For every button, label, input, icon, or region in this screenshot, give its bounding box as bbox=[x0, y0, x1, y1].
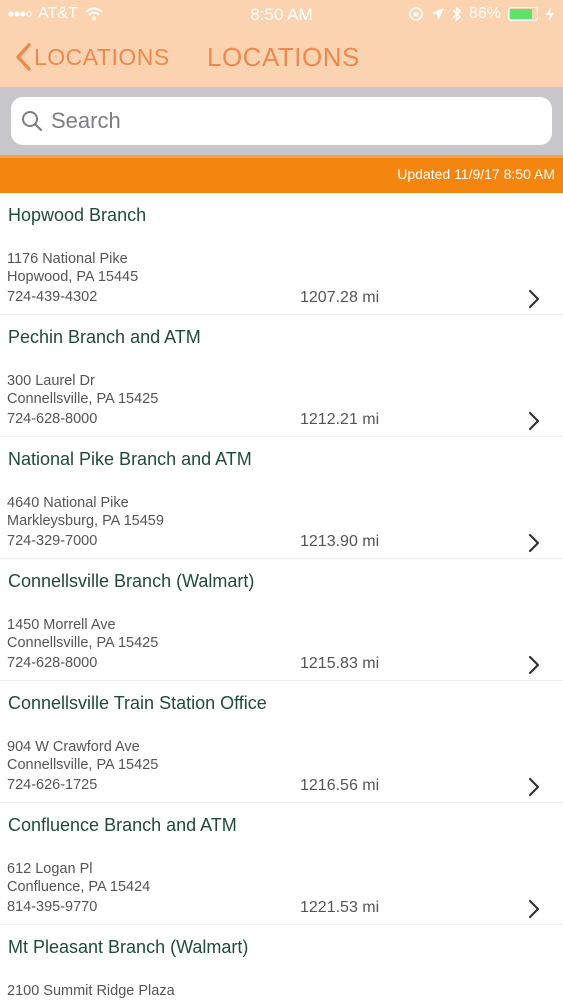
search-icon bbox=[22, 111, 43, 132]
updated-timestamp: Updated 11/9/17 8:50 AM bbox=[397, 166, 555, 182]
locations-list: Hopwood Branch 1176 National Pike Hopwoo… bbox=[0, 193, 563, 1000]
back-button-label: LOCATIONS bbox=[34, 43, 170, 70]
location-city: Confluence, PA 15424 bbox=[7, 879, 151, 895]
chevron-right-icon bbox=[528, 777, 540, 797]
back-button[interactable]: LOCATIONS bbox=[14, 42, 170, 72]
location-row[interactable]: Confluence Branch and ATM 612 Logan Pl C… bbox=[0, 803, 563, 925]
chevron-right-icon bbox=[528, 533, 540, 553]
location-city: Hopwood, PA 15445 bbox=[7, 269, 139, 285]
lock-rotation-icon bbox=[409, 7, 423, 21]
search-input[interactable] bbox=[51, 108, 521, 134]
location-name: Connellsville Train Station Office bbox=[8, 693, 267, 713]
bluetooth-icon bbox=[452, 6, 462, 22]
location-distance: 1216.56 mi bbox=[300, 777, 380, 794]
location-street: 300 Laurel Dr bbox=[7, 373, 95, 389]
location-distance: 1213.90 mi bbox=[300, 533, 380, 550]
location-phone: 814-395-9770 bbox=[7, 899, 98, 915]
location-street: 1176 National Pike bbox=[7, 251, 128, 267]
location-street: 904 W Crawford Ave bbox=[7, 739, 140, 755]
search-bar bbox=[0, 87, 563, 155]
page-title: LOCATIONS bbox=[207, 42, 360, 72]
location-street: 612 Logan Pl bbox=[7, 861, 93, 877]
location-street: 2100 Summit Ridge Plaza bbox=[7, 983, 175, 999]
chevron-right-icon bbox=[528, 899, 540, 919]
location-phone: 724-628-8000 bbox=[7, 655, 98, 671]
chevron-right-icon bbox=[528, 289, 540, 309]
location-city: Connellsville, PA 15425 bbox=[7, 757, 159, 773]
location-name: Hopwood Branch bbox=[8, 205, 147, 225]
location-name: National Pike Branch and ATM bbox=[8, 449, 252, 469]
location-street: 4640 National Pike bbox=[7, 495, 129, 511]
location-phone: 724-626-1725 bbox=[7, 777, 98, 793]
battery-fill bbox=[510, 9, 533, 19]
location-distance: 1212.21 mi bbox=[300, 411, 380, 428]
chevron-right-icon bbox=[528, 655, 540, 675]
location-distance: 1221.53 mi bbox=[300, 899, 380, 916]
location-city: Connellsville, PA 15425 bbox=[7, 635, 159, 651]
location-street: 1450 Morrell Ave bbox=[7, 617, 116, 633]
location-arrow-icon bbox=[431, 8, 444, 20]
location-row[interactable]: Connellsville Train Station Office 904 W… bbox=[0, 681, 563, 803]
location-city: Connellsville, PA 15425 bbox=[7, 391, 159, 407]
status-bar: AT&T 8:50 AM 86% bbox=[0, 0, 563, 30]
location-row[interactable]: Mt Pleasant Branch (Walmart) 2100 Summit… bbox=[0, 925, 563, 1000]
search-box[interactable] bbox=[11, 97, 552, 145]
location-row[interactable]: Pechin Branch and ATM 300 Laurel Dr Conn… bbox=[0, 315, 563, 437]
location-name: Connellsville Branch (Walmart) bbox=[8, 571, 255, 591]
location-distance: 1207.28 mi bbox=[300, 289, 380, 306]
location-name: Confluence Branch and ATM bbox=[8, 815, 237, 835]
navigation-bar: LOCATIONS LOCATIONS bbox=[0, 30, 563, 87]
battery-percent: 86% bbox=[468, 5, 501, 22]
location-phone: 724-439-4302 bbox=[7, 289, 98, 305]
top-header: AT&T 8:50 AM 86% LOCATIONS LOCATIONS bbox=[0, 0, 563, 87]
location-distance: 1215.83 mi bbox=[300, 655, 380, 672]
updated-banner: Updated 11/9/17 8:50 AM bbox=[0, 155, 563, 193]
location-city: Markleysburg, PA 15459 bbox=[7, 513, 164, 529]
location-name: Pechin Branch and ATM bbox=[8, 327, 201, 347]
location-name: Mt Pleasant Branch (Walmart) bbox=[8, 937, 249, 957]
location-row[interactable]: National Pike Branch and ATM 4640 Nation… bbox=[0, 437, 563, 559]
location-phone: 724-329-7000 bbox=[7, 533, 98, 549]
status-right: 86% bbox=[408, 5, 555, 23]
location-row[interactable]: Connellsville Branch (Walmart) 1450 Morr… bbox=[0, 559, 563, 681]
charging-icon bbox=[546, 7, 554, 21]
location-row[interactable]: Hopwood Branch 1176 National Pike Hopwoo… bbox=[0, 193, 563, 315]
chevron-left-icon bbox=[16, 43, 31, 71]
battery-icon bbox=[508, 7, 538, 21]
location-phone: 724-628-8000 bbox=[7, 411, 98, 427]
chevron-right-icon bbox=[528, 411, 540, 431]
